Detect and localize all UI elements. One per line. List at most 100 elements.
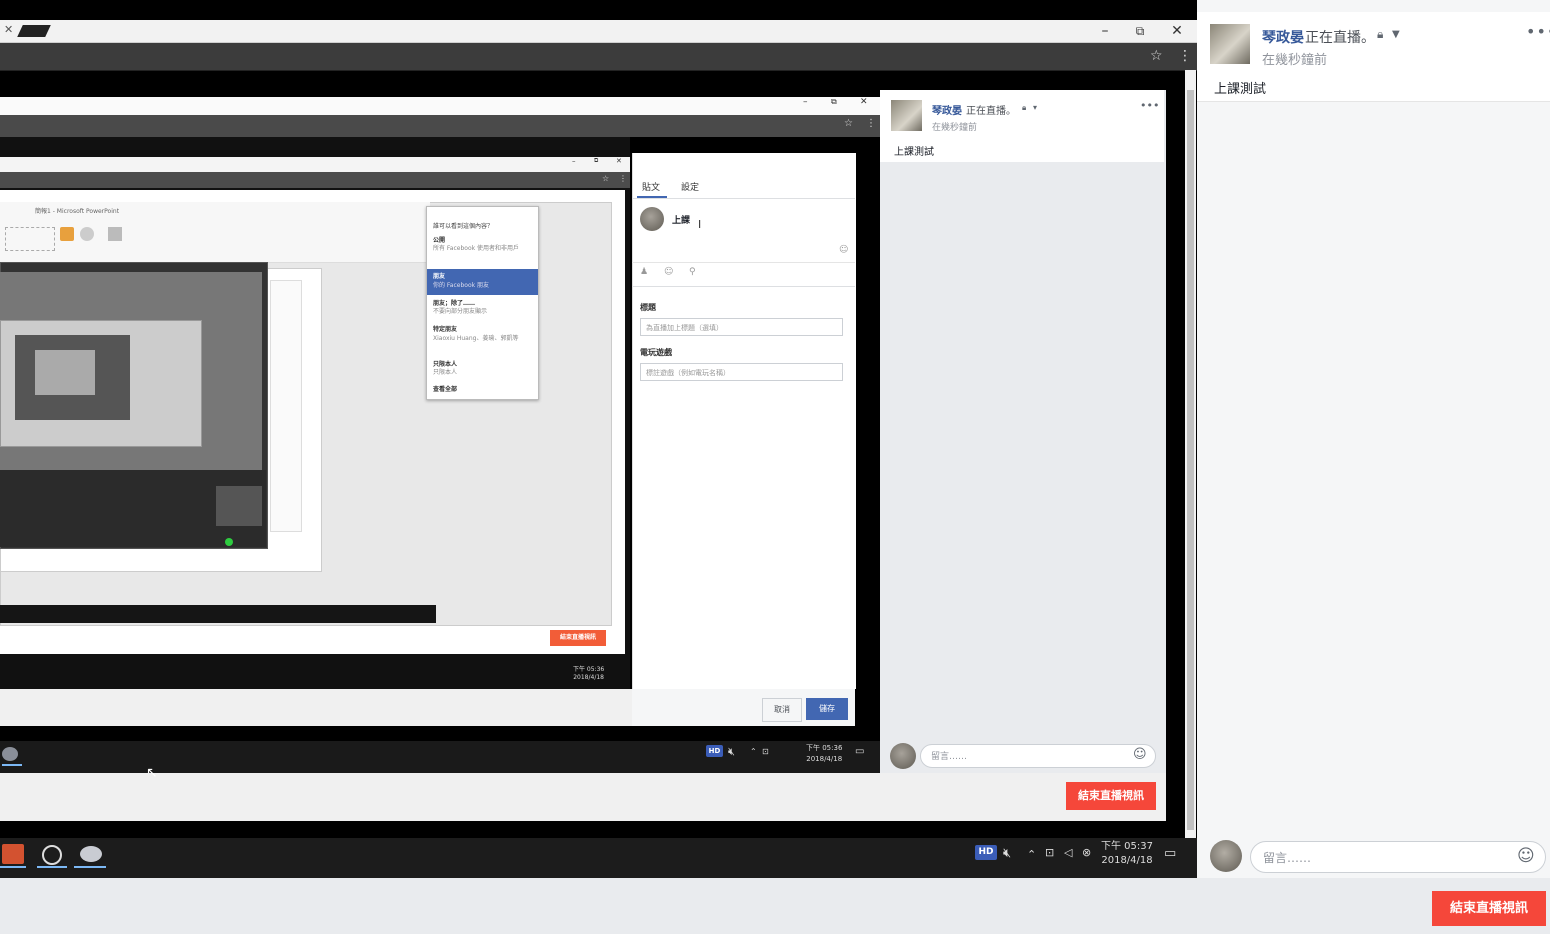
privacy-option-friends[interactable]: 朋友 [433,273,533,280]
ribbon-quickstyle-icon [80,227,94,241]
level3-star-icon: ☆ [602,174,610,183]
window-minimize-button[interactable]: – [1090,20,1120,42]
composer-cancel-button: 取消 [762,698,802,722]
powerpoint-taskbar-underline [0,866,26,868]
game-field: 標註遊戲（例如電玩名稱） [640,363,843,381]
composer-divider [632,198,855,199]
privacy-option-public[interactable]: 公開 [433,237,533,244]
level2-live-status: 正在直播。 [966,106,1016,117]
comment-input[interactable]: 留言…… [1250,841,1546,873]
level2-emoji-icon: ☺ [1133,747,1147,762]
obs-controls [0,470,266,547]
broadcaster-name[interactable]: 琴政晏 [1262,27,1304,47]
obs-nested-preview-3 [35,350,95,395]
composer-avatar [640,207,664,231]
browser-taskbar-underline [74,866,106,868]
close-circle-icon[interactable]: ⊗ [1082,846,1091,859]
nested-close-icon: ✕ [860,97,868,107]
taskbar-clock-time: 下午 05:37 [1101,841,1153,852]
level3-clock: 下午 05:36 2018/4/18 [573,666,604,682]
network-icon[interactable]: ⊡ [1045,846,1054,859]
live-status: 正在直播。 [1305,30,1375,46]
level2-clock-time: 下午 05:36 [806,744,843,752]
obs-taskbar-icon[interactable] [42,845,62,865]
window-maximize-button[interactable]: ⧉ [1125,20,1155,42]
broadcaster-avatar[interactable] [1210,24,1250,64]
game-label: 電玩遊戲 [640,348,672,357]
composer-divider-3 [632,286,855,287]
slide-content-box [270,280,302,532]
privacy-option-friends-desc: 你的 Facebook 朋友 [433,282,490,289]
privacy-option-only-me[interactable]: 只限本人 [433,361,533,368]
volume-muted-icon[interactable]: 🔇︎ [1003,846,1011,861]
level3-maximize-icon: ⧉ [594,157,599,164]
level3-tab-bar: – ⧉ ✕ [0,157,630,172]
level3-inner-taskbar [0,605,436,623]
browser-taskbar-icon[interactable] [80,846,102,862]
emoji-icon[interactable]: ☺ [1517,846,1535,866]
privacy-option-public-desc: 所有 Facebook 使用者和非用戶 [433,245,520,252]
browser-scrollbar-thumb[interactable] [1187,90,1194,830]
level2-comment-avatar [890,743,916,769]
composer-save-button: 儲存 [806,698,848,720]
level3-taskbar: 下午 05:36 2018/4/18 [0,663,630,689]
level3-clock-date: 2018/4/18 [573,674,604,681]
privacy-header: 誰可以看到這個內容？ [433,223,494,230]
bookmark-star-icon[interactable]: ☆ [1150,48,1163,64]
privacy-caret-icon[interactable]: ▼ [1392,29,1400,40]
action-center-icon[interactable]: ▭ [1164,846,1176,861]
ribbon-fill-icon [108,227,122,241]
tray-chevron-icon[interactable]: ⌃ [1027,848,1036,861]
level2-taskbar-app-underline [2,764,22,766]
post-timestamp[interactable]: 在幾秒鐘前 [1262,49,1327,68]
level3-menu-icon: ⋮ [619,174,627,183]
end-live-video-button[interactable]: 結束直播視訊 [1432,891,1546,926]
level2-live-panel [880,90,1166,774]
privacy-menu: 誰可以看到這個內容？ 公開 所有 Facebook 使用者和非用戶 朋友 你的 … [426,206,539,400]
nested-star-icon: ☆ [844,118,853,129]
ribbon-arrange-icon [60,227,74,241]
taskbar-clock[interactable]: 下午 05:37 2018/4/18 [1101,840,1153,868]
level2-notification-icon: ▭ [855,746,865,757]
level3-close-icon: ✕ [616,157,622,165]
level2-broadcaster-name: 琴政晏 [932,106,962,117]
level1-gray-area [0,773,1166,821]
composer-divider-2 [632,262,855,263]
lock-icon[interactable]: 🔒︎ [1377,27,1383,42]
browser-toolbar: ☆ ⋮ [0,43,1197,71]
privacy-option-friends-except-desc: 不要向部分朋友顯示 [433,308,488,315]
level2-network-icon: ⊡ [762,747,769,756]
level2-timestamp: 在幾秒鐘前 [932,123,978,133]
obs-taskbar-underline [37,866,67,868]
browser-menu-icon[interactable]: ⋮ [1178,48,1192,64]
nested-maximize-icon: ⧉ [831,97,837,106]
hd-badge: HD [975,845,997,860]
level3-end-live-button: 結束直播視訊 [550,630,606,646]
title-field: 為直播加上標題（選填） [640,318,843,336]
privacy-option-specific-desc: Xiaoxiu Huang、姜瑜、郭凱等 [433,335,519,342]
window-close-button[interactable]: ✕ [1162,20,1192,42]
powerpoint-taskbar-icon[interactable] [2,844,24,864]
privacy-option-friends-except[interactable]: 朋友；除了…… [433,300,533,307]
live-panel [1197,0,1550,878]
speaker-icon[interactable]: ◁ [1064,846,1072,859]
powerpoint-title: 簡報1 - Microsoft PowerPoint [35,208,120,215]
level2-volume-muted-icon: 🔇︎ [728,745,735,758]
privacy-option-see-all[interactable]: 查看全部 [433,386,533,393]
nested-browser-toolbar: ☆ ⋮ [0,115,880,137]
level2-end-live-button: 結束直播視訊 [1066,782,1156,810]
level3-clock-time: 下午 05:36 [573,666,605,673]
composer-tab-settings: 設定 [681,183,700,193]
level2-avatar [891,100,922,131]
privacy-option-specific[interactable]: 特定朋友 [433,326,533,333]
browser-tab[interactable] [17,25,51,37]
tab-close-icon[interactable]: ✕ [4,23,13,36]
feeling-icon: ☺ [664,267,674,277]
post-text: 上課測試 [1214,82,1267,97]
more-options-icon[interactable]: ••• [1526,22,1550,41]
level2-more-icon: ••• [1140,99,1160,112]
level2-tray-chevron-icon: ⌃ [750,747,757,756]
level2-clock: 下午 05:36 2018/4/18 [806,743,842,765]
composer-tab-post: 貼文 [642,183,661,193]
title-label: 標題 [640,303,656,312]
